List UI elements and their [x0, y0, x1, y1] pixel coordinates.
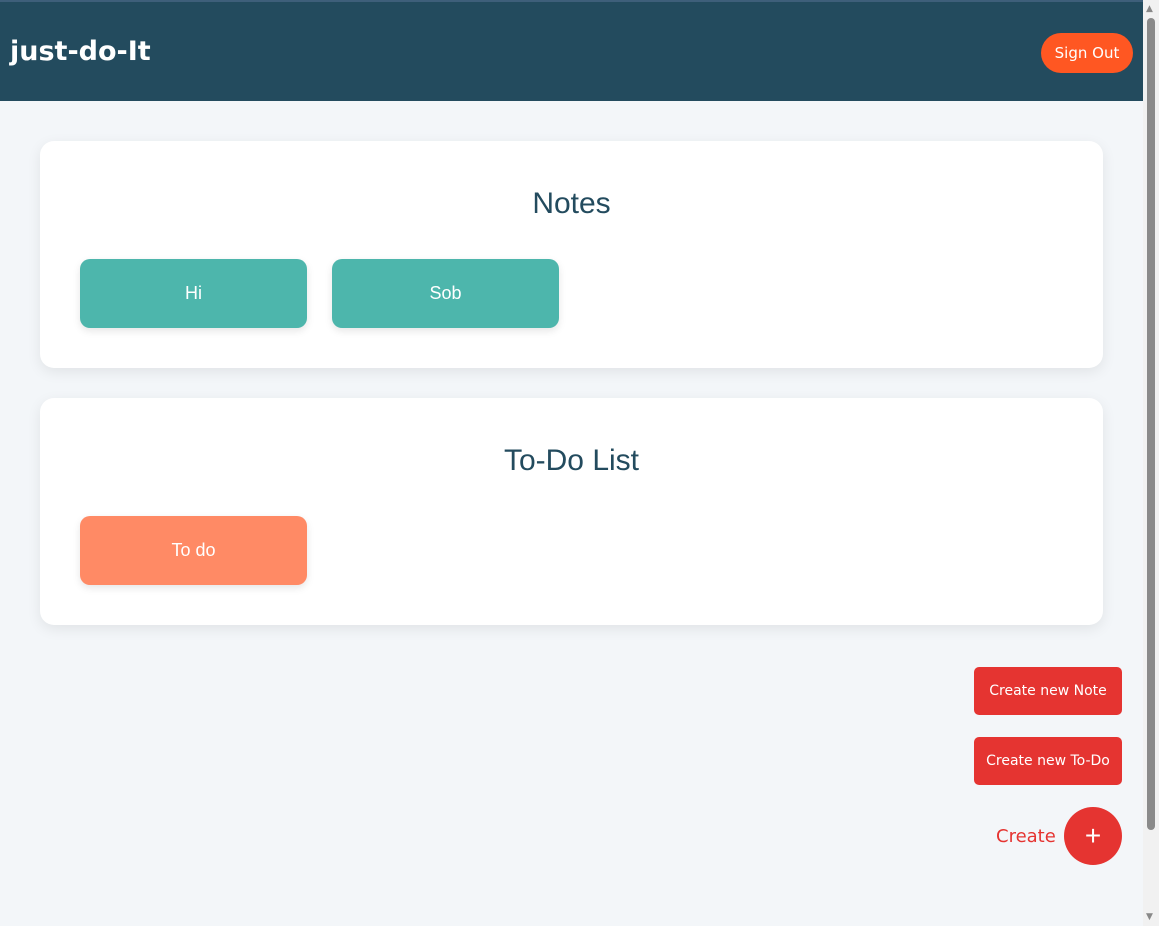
app-title: just-do-It [10, 36, 151, 67]
scrollbar[interactable]: ▲ ▼ [1143, 0, 1159, 926]
scroll-down-icon[interactable]: ▼ [1146, 912, 1153, 922]
todo-card: To-Do List To do [40, 398, 1103, 625]
todo-item[interactable]: To do [80, 516, 307, 585]
create-note-button[interactable]: Create new Note [974, 667, 1122, 715]
app-header: just-do-It Sign Out [0, 0, 1143, 101]
notes-title: Notes [532, 187, 611, 220]
note-item[interactable]: Sob [332, 259, 559, 328]
create-todo-button[interactable]: Create new To-Do [974, 737, 1122, 785]
todo-title: To-Do List [503, 444, 640, 477]
create-fab-plus-icon[interactable]: + [1064, 807, 1122, 865]
create-label: Create [996, 826, 1056, 847]
scrollbar-thumb[interactable] [1147, 18, 1155, 830]
note-item[interactable]: Hi [80, 259, 307, 328]
notes-card: Notes Hi Sob [40, 141, 1103, 368]
sign-out-button[interactable]: Sign Out [1041, 33, 1133, 73]
scroll-up-icon[interactable]: ▲ [1146, 4, 1153, 14]
